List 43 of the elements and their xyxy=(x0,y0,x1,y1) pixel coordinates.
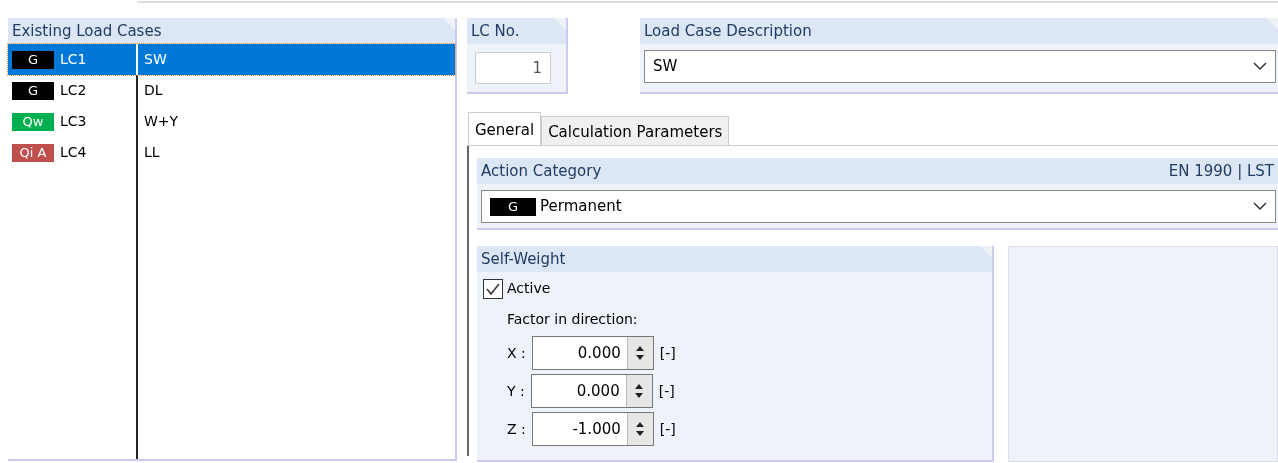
load-case-description: DL xyxy=(144,81,163,100)
category-tag: Qw xyxy=(12,112,54,131)
factor-spinner[interactable]: 0.000 xyxy=(530,374,653,408)
load-case-description: LL xyxy=(144,143,160,162)
category-tag: G xyxy=(12,81,54,100)
active-checkbox[interactable] xyxy=(483,278,503,299)
panel-title: Action Category xyxy=(481,161,602,182)
load-case-description: SW xyxy=(144,50,167,69)
factor-spinner[interactable]: -1.000 xyxy=(531,412,654,446)
load-case-row[interactable]: G LC1 SW xyxy=(8,44,455,75)
category-tag: Qi A xyxy=(12,143,54,162)
load-case-row[interactable]: G LC2 DL xyxy=(8,75,455,106)
unit-label: [-] xyxy=(659,343,676,363)
factor-spinner[interactable]: 0.000 xyxy=(531,336,654,370)
tab[interactable]: General xyxy=(468,112,542,145)
axis-label: X : xyxy=(507,343,526,363)
category-tag: G xyxy=(490,197,536,216)
unit-label: [-] xyxy=(658,381,675,401)
axis-label: Z : xyxy=(507,419,526,439)
checkbox-label: Active xyxy=(507,279,551,298)
chevron-icon xyxy=(1253,202,1267,211)
panel-title: LC No. xyxy=(467,18,566,44)
load-case-number: LC4 xyxy=(60,143,87,162)
description-dropdown[interactable]: SW xyxy=(644,50,1276,83)
panel-title: Self-Weight xyxy=(477,246,992,272)
panel-title: Existing Load Cases xyxy=(8,18,455,44)
factor-label: Factor in direction: xyxy=(507,310,639,329)
load-case-number: LC2 xyxy=(60,81,87,100)
standard-label: EN 1990 | LST xyxy=(1168,161,1274,182)
tab[interactable]: Calculation Parameters xyxy=(541,116,730,145)
category-value: Permanent xyxy=(540,196,622,218)
load-case-number: LC3 xyxy=(60,112,87,131)
load-case-row[interactable]: Qw LC3 W+Y xyxy=(8,106,455,137)
load-case-description: W+Y xyxy=(144,112,179,131)
category-tag: G xyxy=(12,50,54,69)
panel-title: Load Case Description xyxy=(640,18,1278,44)
lc-number-field[interactable]: 1 xyxy=(475,52,551,84)
action-category-dropdown[interactable]: G Permanent xyxy=(481,190,1276,223)
unit-label: [-] xyxy=(659,419,676,439)
load-case-number: LC1 xyxy=(60,50,87,69)
axis-label: Y : xyxy=(507,381,525,401)
load-case-row[interactable]: Qi A LC4 LL xyxy=(8,137,455,168)
chevron-icon xyxy=(1253,62,1267,71)
